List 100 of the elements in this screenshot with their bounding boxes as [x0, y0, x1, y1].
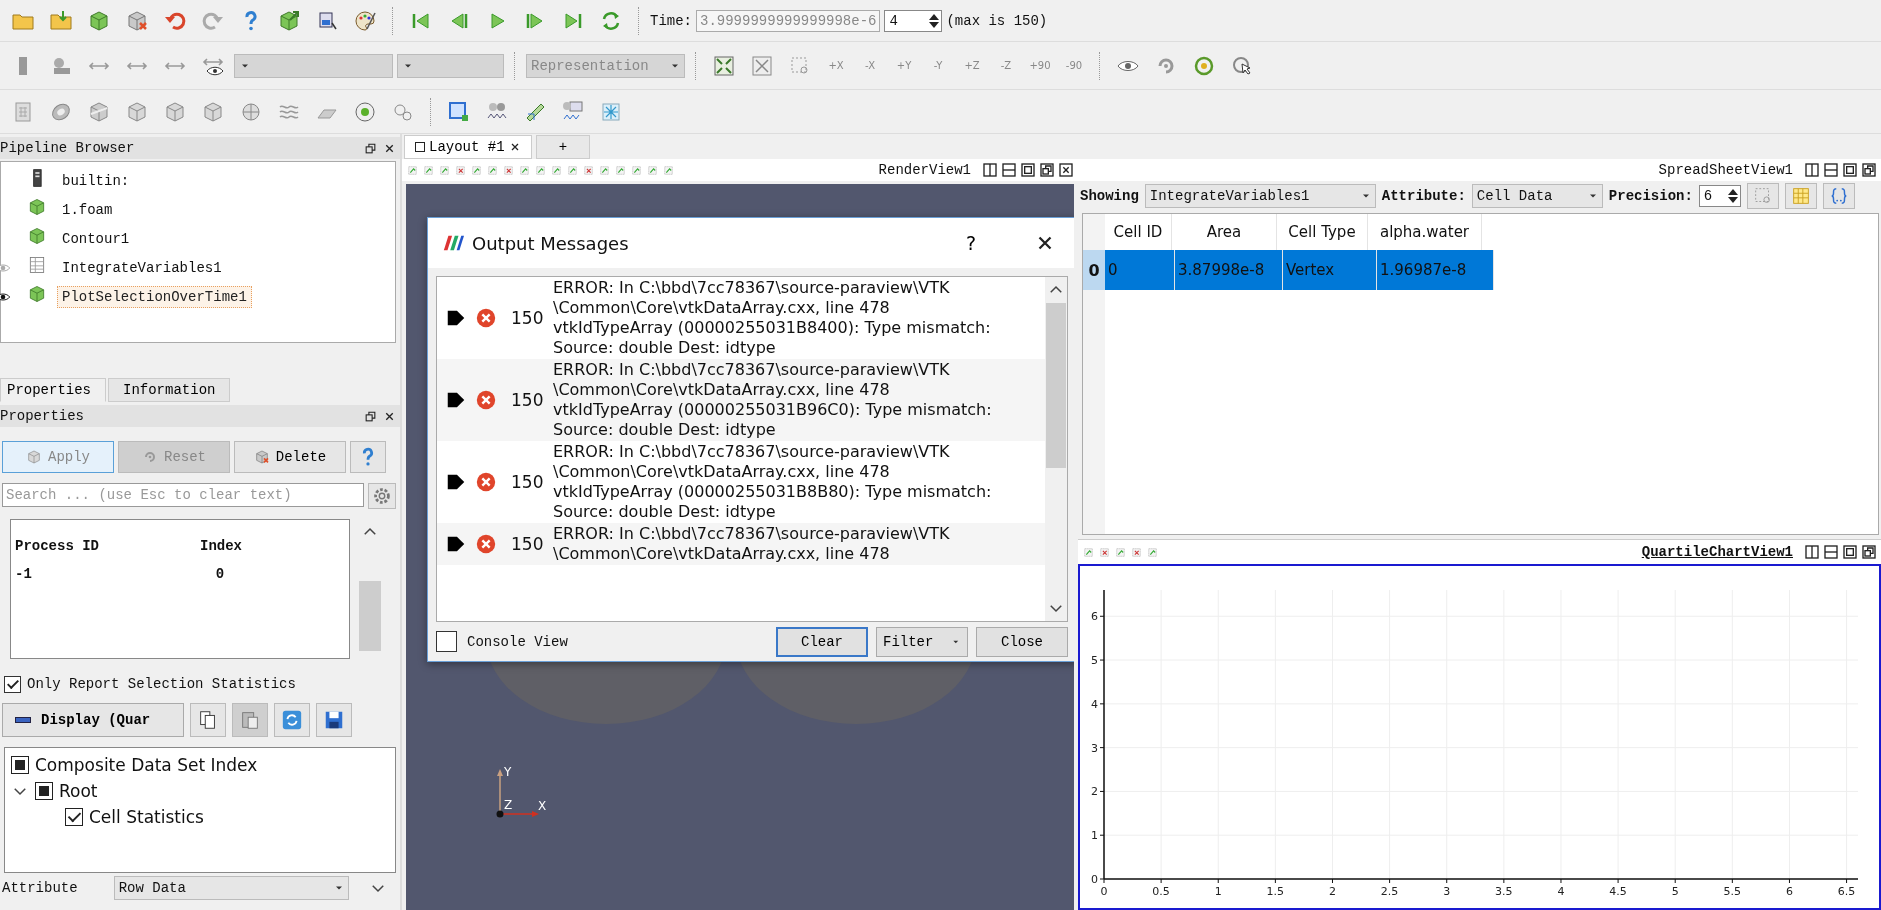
x-tick-label: 5.5 [1723, 885, 1742, 898]
attribute-label: Attribute [2, 880, 78, 896]
dialog-button[interactable]: Close [976, 626, 1068, 657]
attribute-dropdown[interactable]: Row Data [113, 876, 349, 900]
split-vertical-icon[interactable] [1804, 544, 1820, 560]
view-tool-icon[interactable] [1098, 545, 1111, 559]
pipeline-item[interactable]: 1.foam [57, 198, 118, 221]
undock-icon[interactable] [1861, 162, 1877, 178]
dropdown[interactable] [397, 53, 504, 78]
column-header: Process ID [15, 538, 100, 554]
view-tool-icon[interactable] [566, 163, 579, 177]
attribute-dropdown[interactable]: Cell Data [1471, 184, 1603, 208]
x-tick-label: 4 [1557, 885, 1565, 898]
showing-label: Showing [1080, 188, 1139, 204]
error-icon [475, 389, 497, 411]
copy-button[interactable] [190, 703, 226, 737]
maximize-icon[interactable] [1842, 162, 1858, 178]
help-button[interactable]: ? [965, 232, 976, 254]
pipeline-item[interactable]: Contour1 [57, 227, 135, 250]
view-tool-icon[interactable] [486, 163, 499, 177]
select-cursor-button[interactable] [1746, 183, 1779, 209]
delete-button[interactable]: Delete [234, 441, 346, 473]
attribute-label: Attribute: [1381, 188, 1466, 204]
row-header[interactable]: 0 [1083, 250, 1105, 290]
checkbox[interactable] [35, 782, 53, 800]
maximize-icon[interactable] [1842, 544, 1858, 560]
view-tool-icon[interactable] [502, 163, 515, 177]
view-tool-icon[interactable] [454, 163, 467, 177]
view-tool-icon[interactable] [1146, 545, 1159, 559]
view-tool-icon[interactable] [470, 163, 483, 177]
view-tool-icon[interactable] [646, 163, 659, 177]
pipeline-item[interactable]: builtin: [57, 169, 135, 192]
paste-button[interactable] [232, 703, 268, 737]
view-tool-icon[interactable] [534, 163, 547, 177]
pipeline-item[interactable]: IntegrateVariables1 [57, 256, 227, 279]
view-tool-icon[interactable] [518, 163, 531, 177]
layout-tab[interactable]: Layout #1 [404, 135, 532, 159]
table-cell[interactable]: 0 [1105, 250, 1175, 290]
settings-button[interactable] [368, 483, 396, 509]
view-tool-icon[interactable] [438, 163, 451, 177]
time-max-label: (max is 150) [946, 12, 1048, 29]
settings-icon [371, 485, 393, 507]
view-tool-icon[interactable] [614, 163, 627, 177]
x-tick-label: 0 [1100, 885, 1108, 898]
source-dropdown[interactable]: IntegrateVariables1 [1144, 184, 1376, 208]
scrollbar[interactable] [1045, 277, 1067, 621]
view-tool-icon[interactable] [406, 163, 419, 177]
panel-tab[interactable]: Properties [0, 378, 106, 402]
view-tool-icon[interactable] [1130, 545, 1143, 559]
view-tool-icon[interactable] [630, 163, 643, 177]
x-tick-label: 2.5 [1380, 885, 1399, 898]
dialog-button[interactable]: Clear [776, 626, 868, 657]
layout-tab[interactable]: + [535, 135, 591, 159]
y-tick-label: 0 [1091, 873, 1098, 886]
split-horizontal-icon[interactable] [1823, 544, 1839, 560]
checkbox[interactable] [11, 756, 29, 774]
table-cell-text: -1 [15, 566, 33, 582]
table-cell[interactable]: Vertex [1283, 250, 1377, 290]
checkbox[interactable] [65, 808, 83, 826]
checkbox[interactable] [4, 675, 21, 693]
precision-spinbox[interactable]: 6 [1698, 185, 1741, 207]
float-icon[interactable] [364, 141, 377, 155]
checkbox[interactable] [436, 631, 457, 652]
maximize-icon[interactable] [1020, 162, 1036, 178]
view-tool-icon[interactable] [550, 163, 563, 177]
filter-dropdown[interactable]: Filter [876, 626, 968, 657]
save-button[interactable] [316, 703, 352, 737]
search-field[interactable]: Search ... (use Esc to clear text) [2, 483, 364, 507]
panel-tab[interactable]: Information [108, 378, 231, 402]
tree-item[interactable]: Cell Statistics [89, 807, 204, 827]
help-button[interactable] [350, 441, 386, 473]
tree-item[interactable]: Root [59, 781, 98, 801]
view-tool-icon[interactable] [1114, 545, 1127, 559]
split-horizontal-icon[interactable] [1823, 162, 1839, 178]
split-horizontal-icon[interactable] [1001, 162, 1017, 178]
reload-button[interactable] [274, 703, 310, 737]
render-view[interactable] [406, 184, 1074, 910]
timestep-spinbox[interactable]: 4 [884, 9, 943, 32]
close-icon[interactable] [1058, 162, 1074, 178]
error-icon [475, 533, 497, 555]
checkbox-label: Only Report Selection Statistics [27, 676, 296, 692]
display-button[interactable]: Display (Quar [2, 703, 184, 737]
float-icon[interactable] [364, 409, 377, 423]
view-tool-icon[interactable] [662, 163, 675, 177]
undock-icon[interactable] [1039, 162, 1055, 178]
error-icon [475, 307, 497, 329]
view-tool-icon[interactable] [598, 163, 611, 177]
braces-button[interactable] [1822, 183, 1855, 209]
y-tick-label: 6 [1091, 610, 1098, 624]
view-tool-icon[interactable] [582, 163, 595, 177]
undock-icon[interactable] [1861, 544, 1877, 560]
table-cell[interactable]: 1.96987e-8 [1377, 250, 1494, 290]
column-header: Index [199, 538, 243, 554]
view-tool-icon[interactable] [1082, 545, 1095, 559]
view-tool-icon[interactable] [422, 163, 435, 177]
pipeline-item[interactable]: PlotSelectionOverTime1 [57, 285, 252, 308]
split-vertical-icon[interactable] [982, 162, 998, 178]
split-vertical-icon[interactable] [1804, 162, 1820, 178]
table-cell[interactable]: 3.87998e-8 [1175, 250, 1283, 290]
grid-button[interactable] [1784, 183, 1817, 209]
